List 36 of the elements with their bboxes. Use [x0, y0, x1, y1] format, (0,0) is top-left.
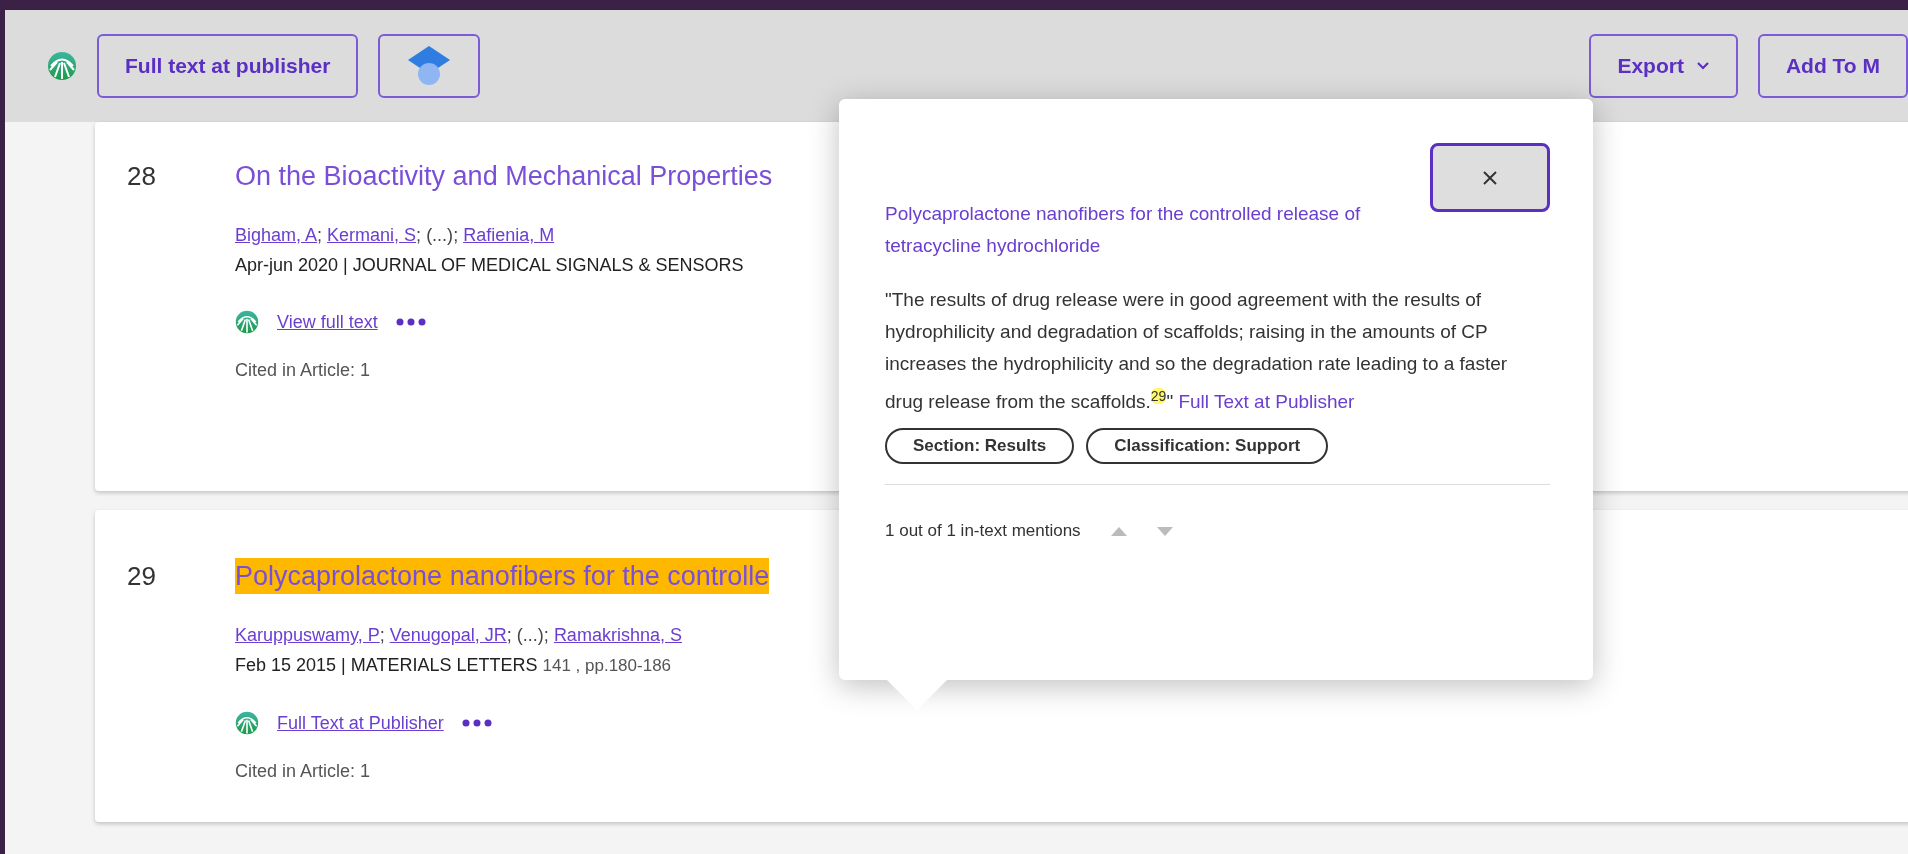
- full-text-link[interactable]: Full Text at Publisher: [1178, 391, 1355, 413]
- toolbar-button[interactable]: Export: [1589, 34, 1738, 98]
- source-line: Feb 15 2015 | MATERIALS LETTERS 141 , pp.180-186: [235, 654, 672, 677]
- cited-count: Cited in Article: 1: [235, 360, 371, 381]
- author-link[interactable]: Kermani, S: [327, 225, 417, 245]
- logo-icon: [235, 711, 259, 735]
- full-text-link[interactable]: View full text: [277, 311, 378, 333]
- tag-chip: Section: Results: [885, 428, 1075, 465]
- cited-count: Cited in Article: 1: [235, 761, 371, 782]
- logo-icon: [235, 310, 259, 334]
- result-number: 28: [127, 160, 157, 193]
- more-icon[interactable]: [395, 318, 426, 326]
- logo-icon: [47, 51, 77, 81]
- article-title-link[interactable]: Polycaprolactone nanofibers for the controlled release of tetracycline hydrochloride: [885, 198, 1460, 262]
- mentions-count: 1 out of 1 in-text mentions: [885, 521, 1081, 542]
- citation-quote: "The results of drug release were in good agreement with the results of hydrophilicity and degradation of scaffolds; raising in the amounts of CP increases the hydrophilicity and so the degradation rate leading to a faster drug release from the scaffolds.$^{29}$" Full Text at Publisher: [885, 288, 1509, 415]
- close-button[interactable]: [1430, 143, 1550, 212]
- tag-chip: Classification: Support: [1086, 428, 1329, 465]
- author-link[interactable]: Bigham, A: [235, 225, 318, 245]
- chevron-down-icon: [1695, 61, 1710, 71]
- full-text-button[interactable]: Full text at publisher: [97, 34, 359, 98]
- footnote-marker: 29: [1150, 388, 1167, 404]
- more-icon[interactable]: [461, 719, 492, 727]
- author-link[interactable]: Karuppuswamy, P: [235, 625, 380, 645]
- result-number: 29: [127, 560, 157, 593]
- close-icon: [1483, 170, 1497, 185]
- author-list: Karuppuswamy, P; Venugopal, JR; (...); Ramakrishna, S: [235, 620, 682, 650]
- author-list: Bigham, A; Kermani, S; (...); Rafienia, M: [235, 220, 555, 250]
- author-link[interactable]: Ramakrishna, S: [553, 625, 682, 645]
- result-title[interactable]: On the Bioactivity and Mechanical Properties: [235, 158, 773, 194]
- author-link[interactable]: Venugopal, JR: [389, 625, 507, 645]
- author-link[interactable]: Rafienia, M: [463, 225, 555, 245]
- source-line: Apr-jun 2020 | JOURNAL OF MEDICAL SIGNALS & SENSORS: [235, 254, 744, 277]
- full-text-link[interactable]: Full Text at Publisher: [277, 712, 444, 734]
- toolbar-button[interactable]: Add To M: [1757, 34, 1908, 98]
- graduation-cap-button[interactable]: [378, 34, 481, 98]
